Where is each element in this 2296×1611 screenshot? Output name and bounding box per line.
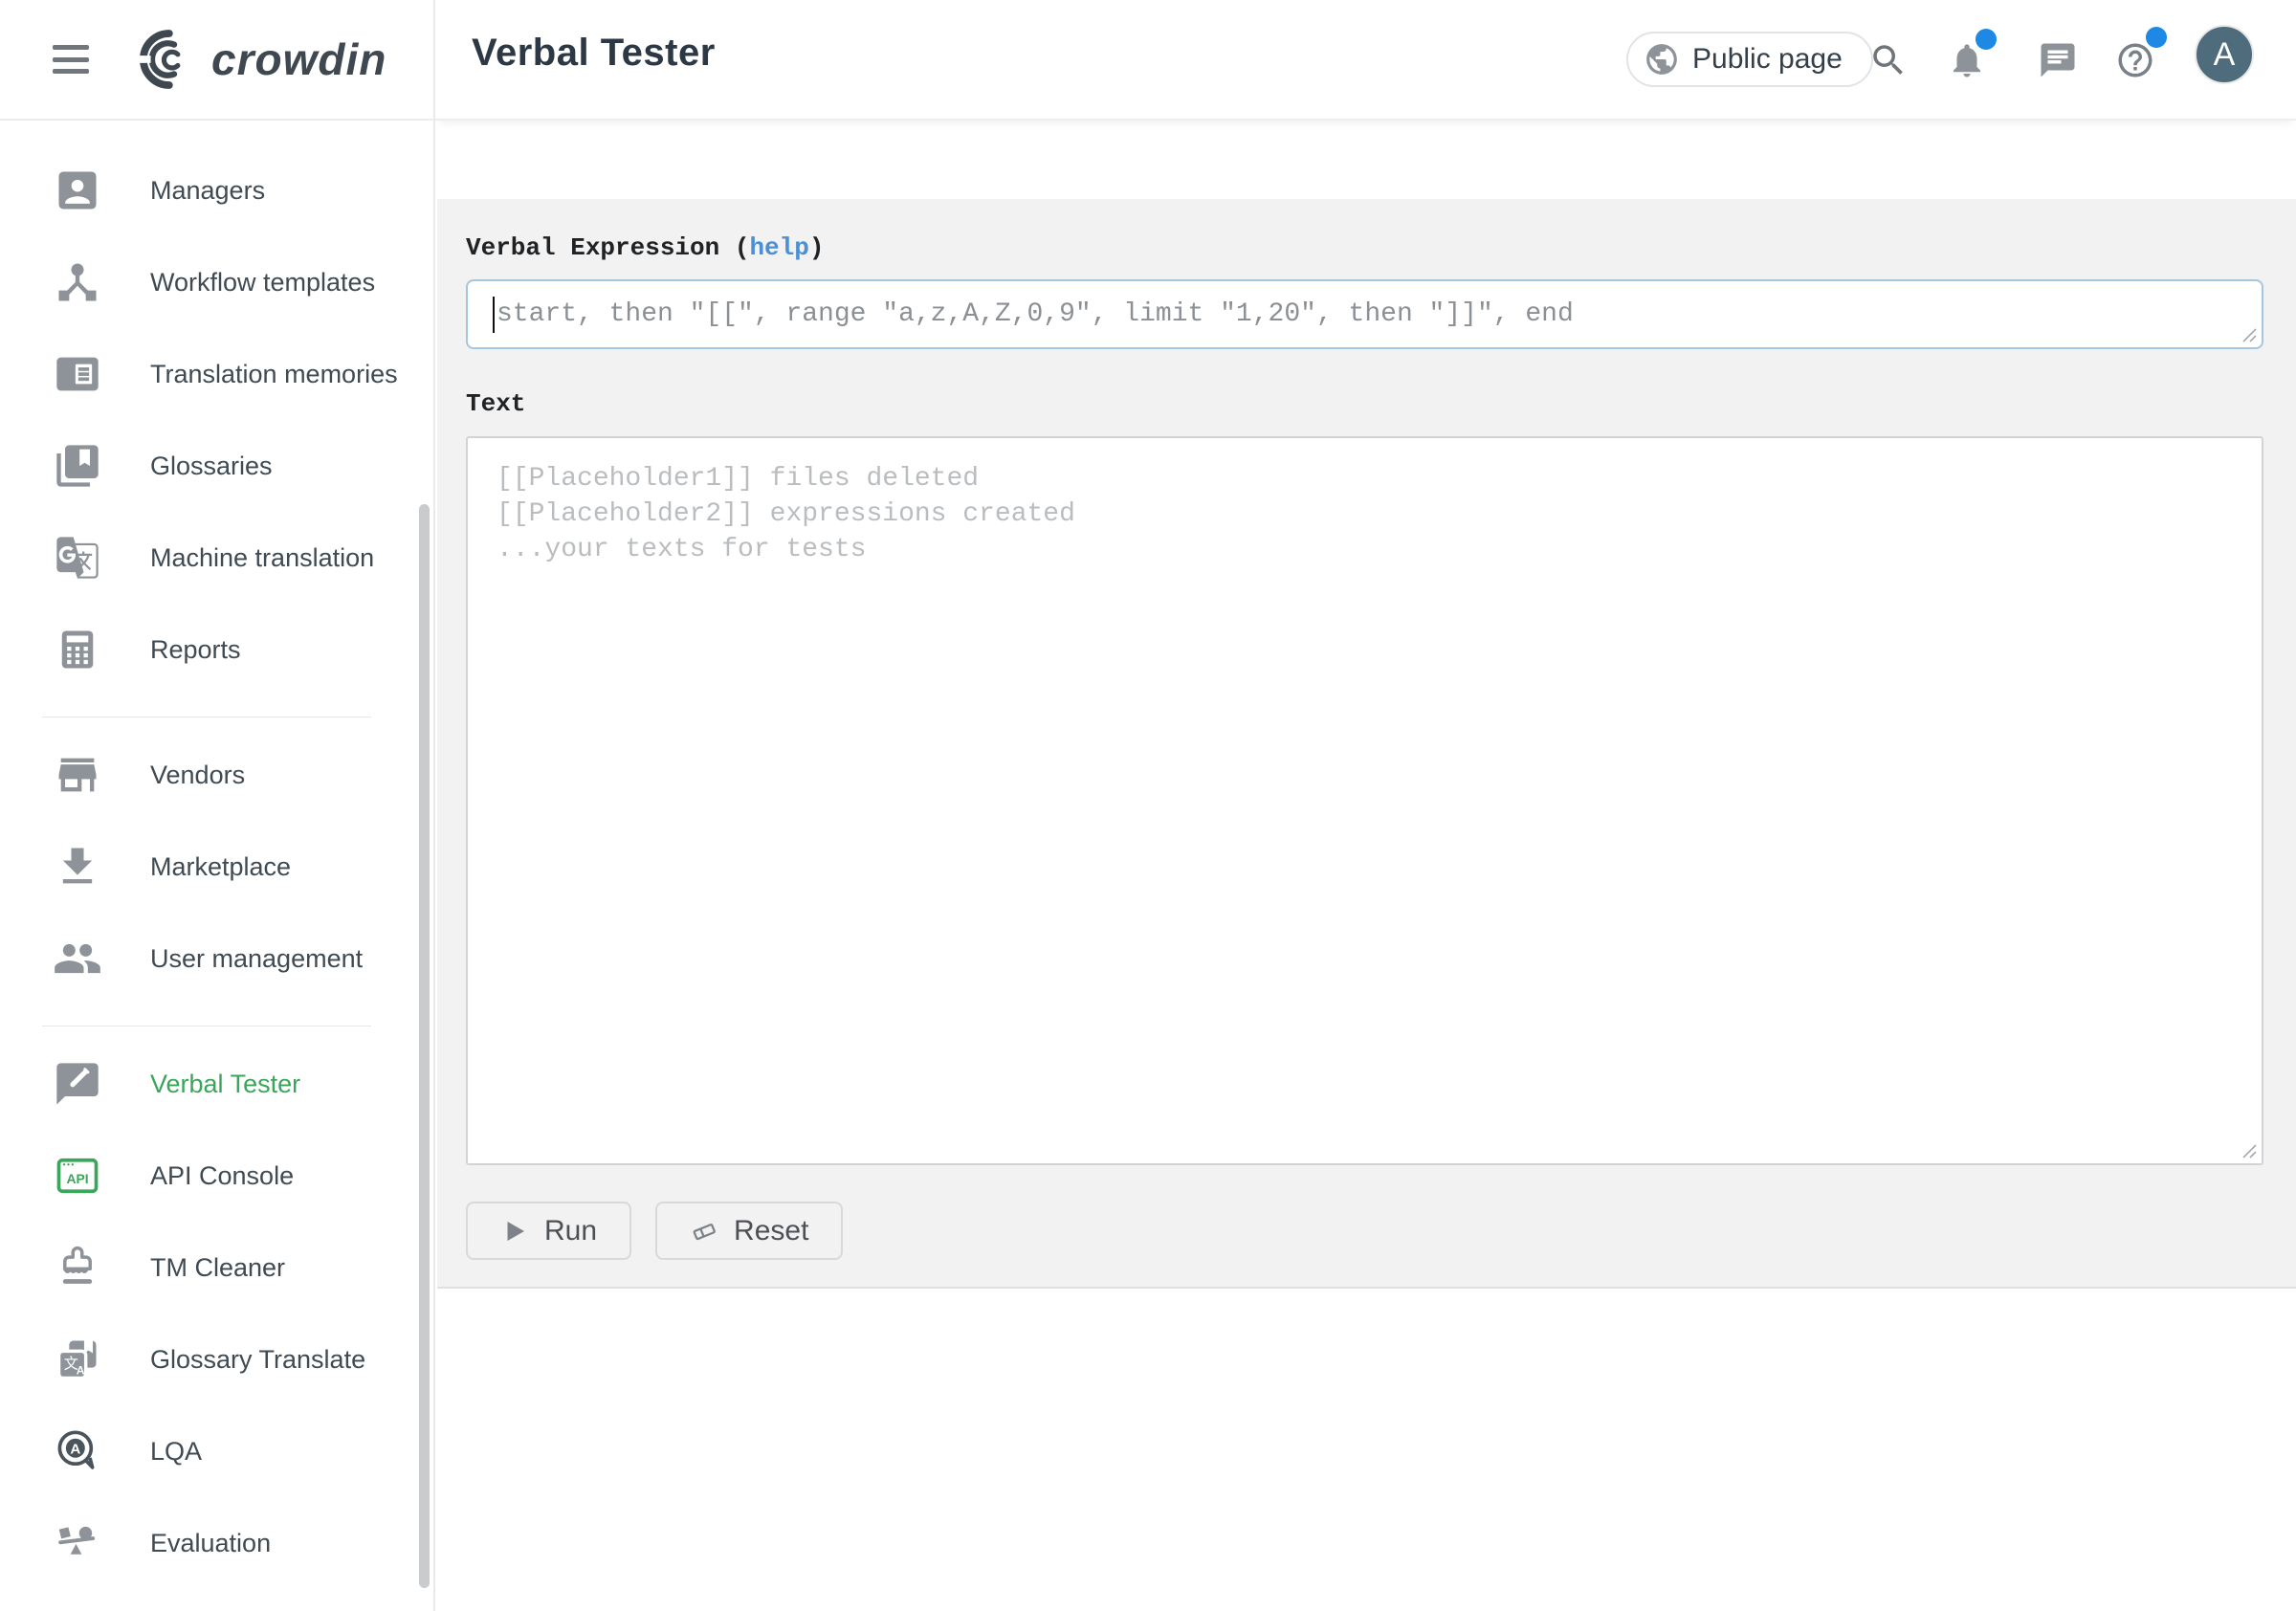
sidebar-item-marketplace[interactable]: Marketplace (0, 821, 433, 913)
reports-icon (53, 625, 102, 674)
sidebar-item-translation-memories[interactable]: Translation memories (0, 328, 433, 420)
tm-cleaner-icon (53, 1243, 102, 1292)
sidebar-scrollbar[interactable] (419, 504, 430, 1588)
crowdin-wordmark: crowdin (211, 33, 386, 85)
search-button[interactable] (1868, 39, 1910, 81)
crowdin-mark-icon (125, 25, 206, 94)
messages-button[interactable] (2038, 39, 2080, 81)
sidebar-item-label: Workflow templates (150, 268, 375, 298)
sidebar-item-label: Managers (150, 176, 265, 206)
main-header: Verbal Tester Public page (435, 0, 2296, 121)
expression-input[interactable]: start, then "[[", range "a,z,A,Z,0,9", l… (466, 279, 2263, 349)
sidebar-item-evaluation[interactable]: Evaluation (0, 1497, 433, 1589)
public-page-button[interactable]: Public page (1626, 32, 1873, 87)
sidebar-item-glossary-translate[interactable]: 文A Glossary Translate (0, 1313, 433, 1405)
sidebar-item-api-console[interactable]: API API Console (0, 1130, 433, 1222)
expression-resize-handle[interactable] (2241, 327, 2257, 342)
sidebar-item-verbal-tester[interactable]: Verbal Tester (0, 1038, 433, 1130)
machine-translation-icon (53, 533, 102, 583)
lqa-icon: A (53, 1426, 102, 1476)
marketplace-icon (53, 842, 102, 892)
play-icon (500, 1217, 529, 1246)
managers-icon (53, 166, 102, 215)
evaluation-icon (53, 1518, 102, 1568)
svg-text:API: API (66, 1171, 88, 1186)
svg-text:A: A (70, 1441, 80, 1457)
sidebar-item-label: Translation memories (150, 360, 398, 389)
sidebar-header: crowdin (0, 0, 433, 121)
glossary-translate-icon: 文A (53, 1335, 102, 1384)
chat-icon (2038, 40, 2080, 80)
sidebar-item-label: Glossary Translate (150, 1345, 365, 1375)
text-label: Text (466, 389, 2263, 418)
sidebar-item-label: API Console (150, 1161, 294, 1191)
sidebar-item-label: Vendors (150, 761, 245, 790)
sidebar-item-label: LQA (150, 1437, 202, 1467)
sidebar-item-lqa[interactable]: A LQA (0, 1405, 433, 1497)
crowdin-logo[interactable]: crowdin (125, 25, 386, 94)
text-resize-handle[interactable] (2241, 1143, 2257, 1159)
avatar-letter: A (2214, 36, 2236, 74)
vendors-icon (53, 750, 102, 800)
sidebar-item-reports[interactable]: Reports (0, 604, 433, 695)
user-management-icon (53, 934, 102, 983)
verbal-tester-icon (53, 1059, 102, 1109)
sidebar-item-glossaries[interactable]: Glossaries (0, 420, 433, 512)
avatar[interactable]: A (2195, 25, 2254, 84)
reset-button[interactable]: Reset (655, 1202, 843, 1260)
sidebar-item-label: Marketplace (150, 852, 291, 882)
sidebar-item-label: Glossaries (150, 452, 273, 481)
expression-placeholder: start, then "[[", range "a,z,A,Z,0,9", l… (497, 299, 1574, 329)
text-input[interactable]: [[Placeholder1]] files deleted[[Placehol… (466, 436, 2263, 1165)
globe-icon (1644, 41, 1680, 77)
sidebar: crowdin Managers Workflow templates Tran… (0, 0, 435, 1611)
sidebar-nav: Managers Workflow templates Translation … (0, 121, 433, 1589)
text-caret (493, 297, 495, 333)
public-page-label: Public page (1692, 43, 1843, 76)
sidebar-item-label: User management (150, 944, 363, 974)
notifications-button[interactable] (1947, 39, 1989, 81)
translation-memories-icon (53, 349, 102, 399)
help-badge (2146, 27, 2167, 48)
verbal-tester-panel: Verbal Expression (help) start, then "[[… (437, 199, 2296, 1289)
text-placeholder-line: [[Placeholder2]] expressions created (497, 497, 2262, 532)
sidebar-item-workflow-templates[interactable]: Workflow templates (0, 236, 433, 328)
text-placeholder-line: [[Placeholder1]] files deleted (497, 461, 2262, 497)
sidebar-item-vendors[interactable]: Vendors (0, 729, 433, 821)
sidebar-item-tm-cleaner[interactable]: TM Cleaner (0, 1222, 433, 1313)
help-link[interactable]: help (749, 233, 808, 262)
sidebar-item-label: Verbal Tester (150, 1070, 300, 1099)
actions-row: Run Reset (466, 1202, 2263, 1260)
sidebar-item-label: Evaluation (150, 1529, 271, 1558)
notification-badge (1976, 29, 1997, 50)
svg-text:A: A (77, 1364, 85, 1378)
text-placeholder-line: ...your texts for tests (497, 532, 2262, 567)
eraser-icon (690, 1217, 718, 1246)
page-title: Verbal Tester (472, 32, 716, 75)
search-icon (1868, 40, 1910, 80)
sidebar-item-user-management[interactable]: User management (0, 913, 433, 1004)
sidebar-item-label: Reports (150, 635, 241, 665)
sidebar-item-label: Machine translation (150, 543, 374, 573)
glossaries-icon (53, 441, 102, 491)
hamburger-menu-button[interactable] (53, 45, 89, 74)
help-button[interactable] (2115, 39, 2157, 81)
api-console-icon: API (53, 1151, 102, 1201)
sidebar-item-label: TM Cleaner (150, 1253, 285, 1283)
sidebar-item-managers[interactable]: Managers (0, 144, 433, 236)
expression-label: Verbal Expression (help) (466, 233, 2263, 262)
sidebar-item-machine-translation[interactable]: Machine translation (0, 512, 433, 604)
app-window: Verbal Tester Public page (0, 0, 2296, 1611)
workflow-templates-icon (53, 257, 102, 307)
run-button[interactable]: Run (466, 1202, 631, 1260)
